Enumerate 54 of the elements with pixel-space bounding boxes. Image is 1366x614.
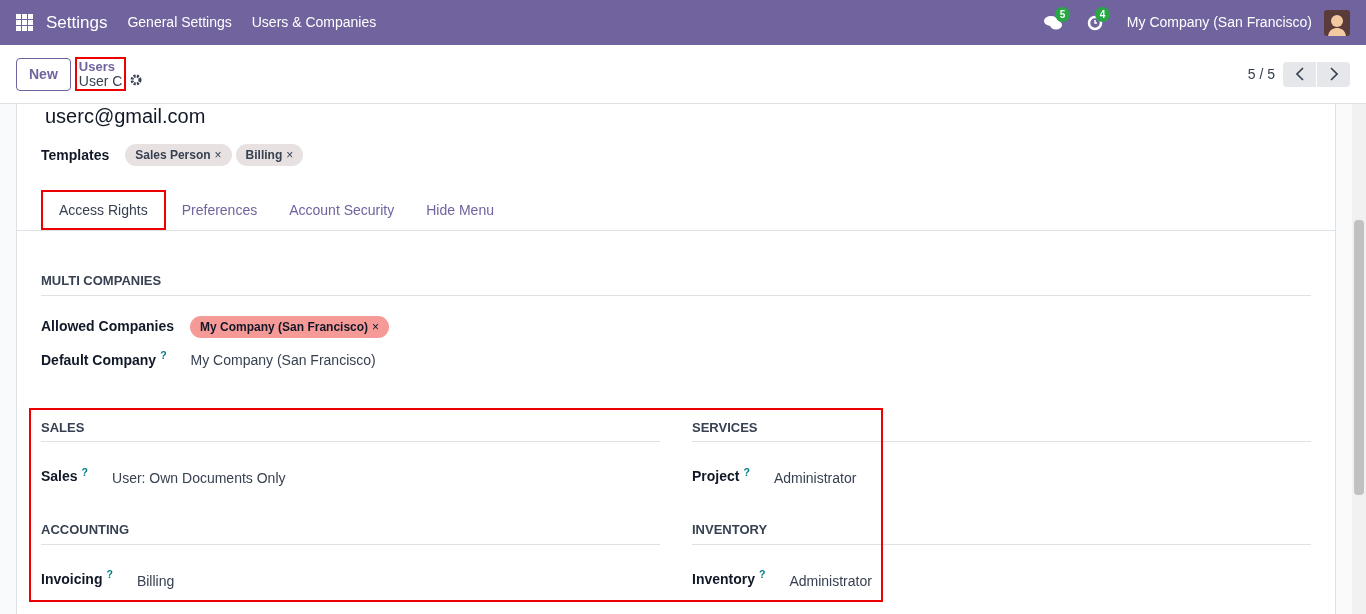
avatar-icon[interactable] — [1324, 9, 1350, 36]
menu-item[interactable]: Users & Companies — [251, 12, 377, 33]
help-mark[interactable]: ? — [106, 568, 113, 581]
scrollbar[interactable] — [1352, 104, 1366, 614]
tab[interactable]: Account Security — [273, 190, 411, 230]
company-tag[interactable]: My Company (San Francisco) × — [190, 315, 390, 338]
remove-tag-button[interactable]: × — [286, 146, 294, 164]
help-mark[interactable]: ? — [81, 465, 88, 478]
field-label: Allowed Companies — [41, 317, 175, 336]
pager-value: 5 / 5 — [1247, 64, 1275, 84]
field-label: Sales $^{?}$ — [41, 466, 88, 486]
tag-label: Sales Person — [135, 147, 211, 164]
message-count-badge: 5 — [1054, 6, 1071, 22]
field-label: Inventory $^{?}$ — [692, 568, 766, 589]
template-tag[interactable]: Billing × — [235, 144, 304, 166]
help-mark[interactable]: ? — [743, 465, 750, 478]
new-button[interactable]: New — [16, 57, 71, 91]
field-label: Templates — [41, 145, 110, 165]
section-title: MULTI COMPANIES — [41, 271, 1311, 296]
tab[interactable]: Access Rights — [41, 190, 166, 230]
field-value[interactable]: My Company (San Francisco) — [190, 349, 376, 371]
tab[interactable]: Hide Menu — [410, 190, 510, 230]
chevron-right-icon — [1329, 67, 1338, 81]
help-mark[interactable]: ? — [160, 349, 167, 362]
tag-label: Billing — [245, 147, 283, 164]
field-label: Project $^{?}$ — [692, 466, 750, 486]
template-tag[interactable]: Sales Person × — [125, 144, 232, 166]
previous-button[interactable] — [1283, 61, 1316, 87]
chevron-left-icon — [1295, 67, 1304, 81]
record-title: User C — [78, 74, 123, 89]
field-value[interactable]: Administrator — [773, 468, 857, 489]
user-email: userc@gmail.com — [45, 104, 207, 128]
field-label: Invoicing $^{?}$ — [41, 568, 113, 589]
field-label: Default Company $^{?}$ — [41, 349, 167, 370]
remove-tag-button[interactable]: × — [372, 317, 380, 336]
menu-item[interactable]: General Settings — [127, 12, 232, 33]
activity-count-badge: 4 — [1094, 6, 1111, 22]
breadcrumb-link[interactable]: Users — [78, 59, 123, 74]
help-mark[interactable]: ? — [759, 568, 766, 581]
field-value[interactable]: Administrator — [789, 570, 872, 592]
scrollbar-thumb[interactable] — [1354, 220, 1364, 495]
apps-grid-icon[interactable] — [16, 13, 34, 32]
company-switcher[interactable]: My Company (San Francisco) — [1126, 12, 1312, 33]
field-value[interactable]: Billing — [136, 570, 175, 592]
field-value[interactable]: User: Own Documents Only — [112, 468, 286, 489]
section-title: ACCOUNTING — [41, 520, 660, 545]
section-title: SERVICES — [692, 417, 1311, 442]
section-title: INVENTORY — [692, 520, 1311, 545]
tag-label: My Company (San Francisco) — [200, 318, 369, 336]
app-title[interactable]: Settings — [46, 9, 108, 36]
remove-tag-button[interactable]: × — [214, 146, 222, 164]
next-button[interactable] — [1317, 61, 1350, 87]
tab[interactable]: Preferences — [165, 190, 274, 230]
section-title: SALES — [41, 417, 660, 442]
